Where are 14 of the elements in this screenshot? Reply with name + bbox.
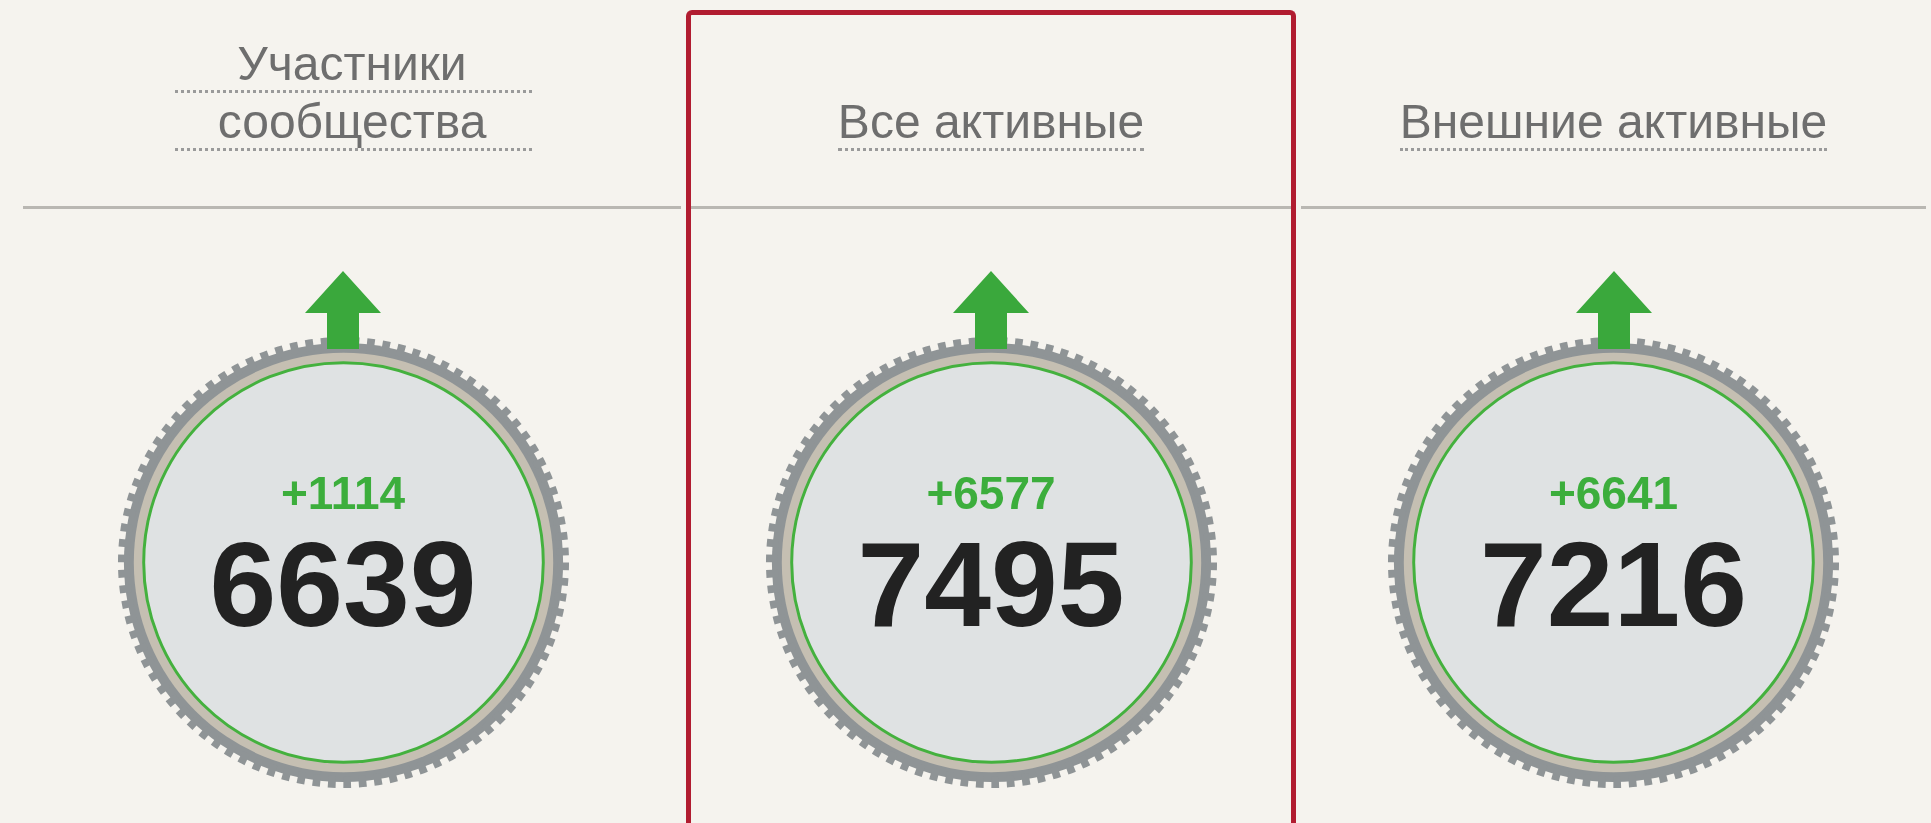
stat-column[interactable]: Участники сообщества +1114 6639 bbox=[0, 10, 686, 823]
count-value: 7216 bbox=[1480, 518, 1747, 649]
arrow-icon bbox=[303, 269, 383, 349]
count-value: 6639 bbox=[209, 518, 477, 649]
stat-column[interactable]: Внешние активные +6641 7216 bbox=[1296, 10, 1931, 823]
stat-column[interactable]: Все активные +6577 7495 bbox=[686, 10, 1296, 823]
column-title[interactable]: Внешние активные bbox=[1399, 95, 1828, 151]
change-value: +6641 bbox=[1548, 466, 1679, 519]
arrow-icon bbox=[1573, 269, 1654, 349]
change-value: +1114 bbox=[280, 466, 406, 519]
column-title[interactable]: Все активные bbox=[837, 95, 1145, 151]
count-value: 7495 bbox=[857, 518, 1125, 649]
change-value: +6577 bbox=[926, 466, 1056, 519]
arrow-icon bbox=[951, 269, 1031, 349]
